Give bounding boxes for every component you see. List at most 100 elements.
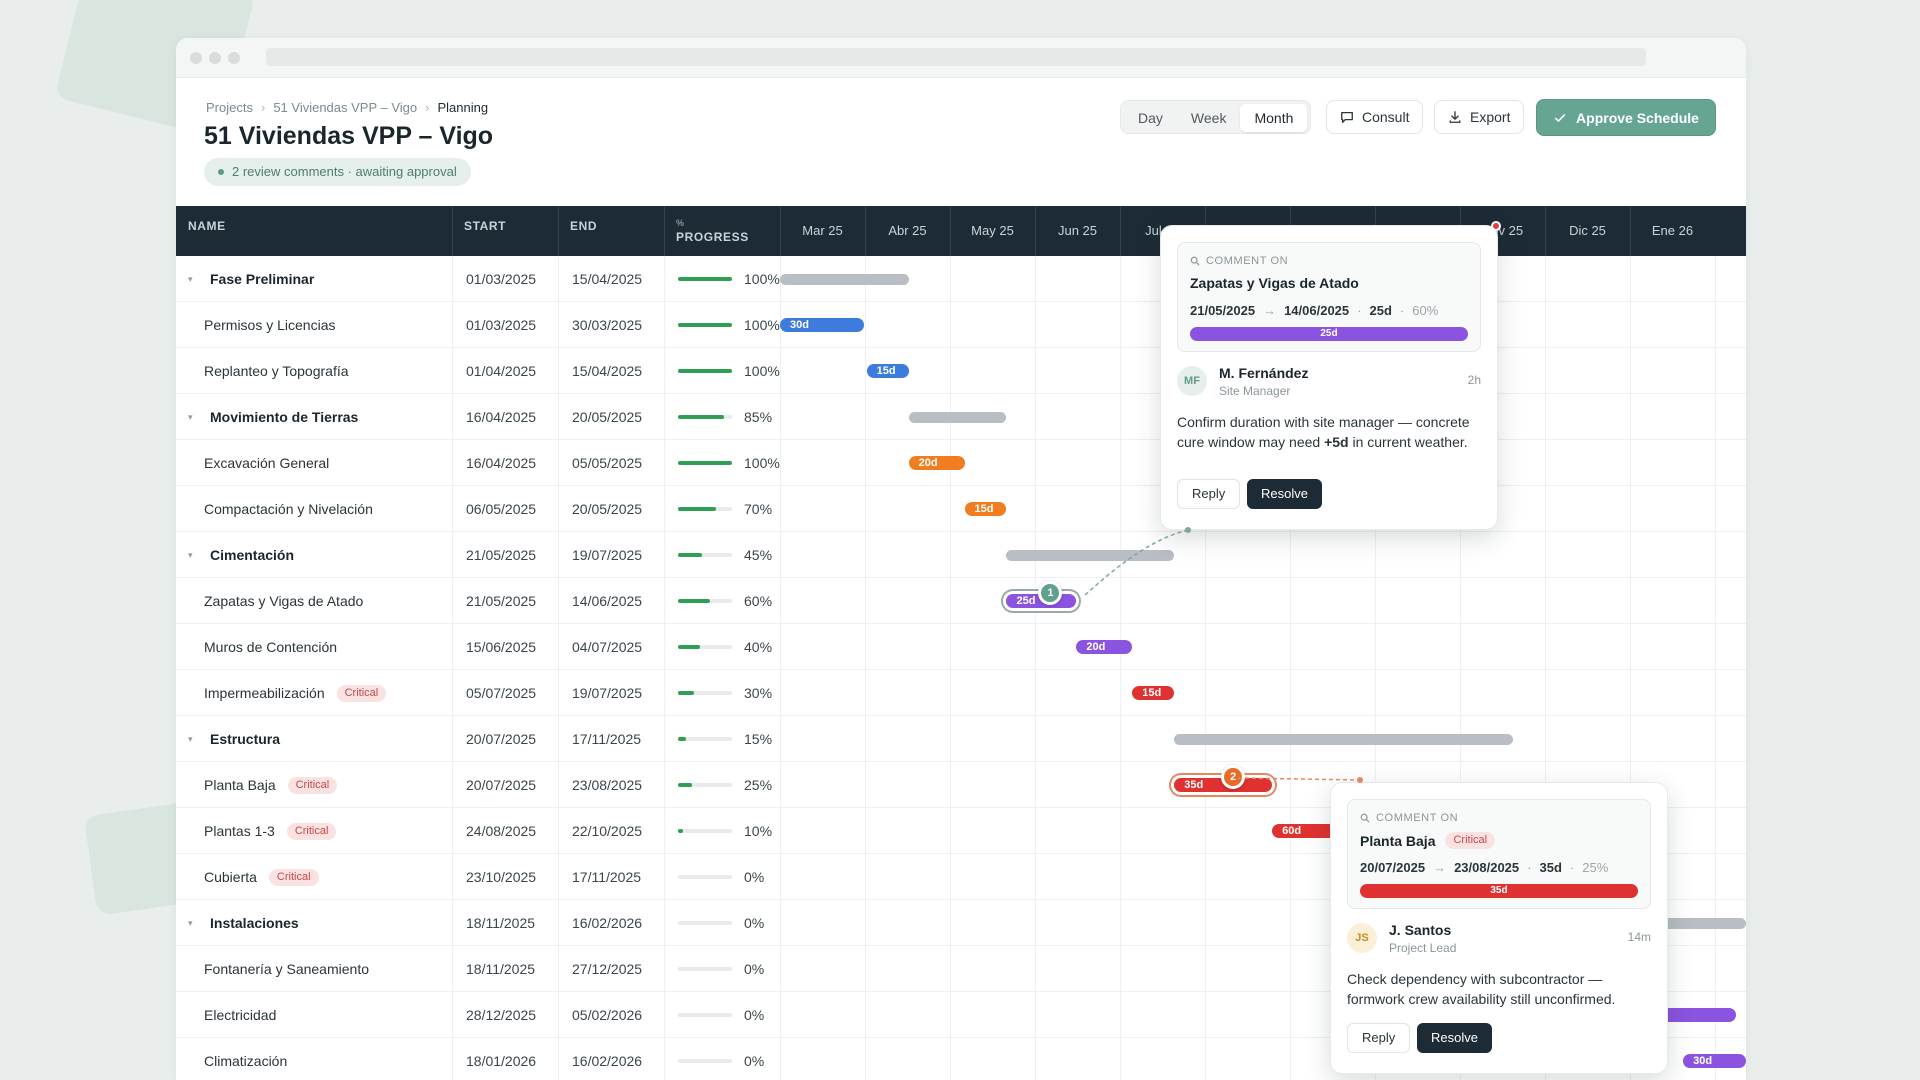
task-name: Zapatas y Vigas de Atado [204,593,364,609]
gantt-task-row[interactable]: Impermeabilización Critical 05/07/2025 19/0… [176,670,1746,716]
view-month-button[interactable]: Month [1240,104,1308,132]
task-name: Replanteo y Topografía [204,363,349,379]
breadcrumb-project[interactable]: 51 Viviendas VPP – Vigo [273,100,417,115]
task-name: Movimiento de Tierras [210,409,359,425]
progress-percent: 45% [744,547,773,563]
column-name[interactable]: NAME [176,206,452,256]
approve-label: Approve Schedule [1576,109,1699,126]
progress-bar [678,645,732,649]
progress-percent: 30% [744,685,773,701]
column-progress-label: PROGRESS [676,230,749,244]
comment-start-date: 21/05/2025 [1190,303,1256,318]
progress-percent: 100% [744,317,780,333]
gantt-header: NAME START END % PROGRESS Mar 25 Abr 25 Ma… [176,206,1746,256]
view-week-button[interactable]: Week [1177,104,1241,132]
progress-percent: 15% [744,731,773,747]
task-name-cell: Climatización [204,1038,287,1080]
gantt-task-row[interactable]: Permisos y Licencias 01/03/2025 30/03/2025… [176,302,1746,348]
progress-fill [678,829,684,833]
progress-bar [678,1059,732,1063]
address-bar[interactable] [266,48,1646,66]
view-switcher: Day Week Month [1120,100,1312,134]
chevron-down-icon[interactable]: ▾ [188,256,198,302]
task-name-cell: ▾ Instalaciones [188,900,299,946]
gantt-task-row[interactable]: Compactación y Nivelación 06/05/2025 20/05… [176,486,1746,532]
task-name-cell: Muros de Contención [204,624,337,670]
gantt-task-row[interactable]: Excavación General 16/04/2025 05/05/2025 10… [176,440,1746,486]
task-name: Cubierta [204,869,257,885]
task-bar[interactable]: 30d [780,318,864,332]
comment-duration: 25d [1369,303,1392,318]
check-icon [1554,113,1566,122]
reply-button[interactable]: Reply [1177,479,1241,509]
task-name: Climatización [204,1053,288,1069]
task-bar[interactable]: 15d [866,364,909,378]
summary-bar[interactable] [780,274,909,285]
comment-pin-2[interactable]: 2 [1221,765,1246,789]
gantt-group-row[interactable]: ▾ Cimentación 21/05/2025 19/07/2025 45% [176,532,1746,578]
progress-bar [678,875,732,879]
resolve-button[interactable]: Resolve [1247,479,1322,509]
gantt-task-row[interactable]: Muros de Contención 15/06/2025 04/07/2025 4… [176,624,1746,670]
task-name-cell: Electricidad [204,992,276,1038]
task-name: Compactación y Nivelación [204,501,373,517]
gantt-group-row[interactable]: ▾ Movimiento de Tierras 16/04/2025 20/05/20… [176,394,1746,440]
separator-dot: · [1399,303,1405,318]
consult-button[interactable]: Consult [1326,100,1424,134]
comment-task-bar: 35d [1360,884,1638,898]
task-start: 18/11/2025 [466,961,536,977]
gantt-group-row[interactable]: ▾ Estructura 20/07/2025 17/11/2025 15% [176,716,1746,762]
task-name: Excavación General [204,455,330,471]
summary-bar[interactable] [1174,734,1513,745]
task-name: Cimentación [210,547,295,563]
task-name: Planta Baja [204,777,276,793]
task-end: 05/05/2025 [572,455,643,471]
progress-bar [678,461,732,465]
month-divider [1120,206,1121,256]
progress-fill [678,369,732,373]
chevron-down-icon[interactable]: ▾ [188,394,198,440]
progress-percent: 40% [744,639,773,655]
task-bar[interactable]: 20d [1076,640,1133,654]
month-column: Jun 25 [1057,223,1098,238]
column-start[interactable]: START [452,206,558,256]
column-progress[interactable]: % PROGRESS [664,206,780,256]
resolve-button[interactable]: Resolve [1417,1023,1492,1053]
task-bar[interactable]: 15d [964,502,1007,516]
progress-bar [678,967,732,971]
comment-author-role: Project Lead [1389,941,1457,955]
view-day-button[interactable]: Day [1124,104,1177,132]
task-start: 21/05/2025 [466,593,537,609]
task-name-cell: Permisos y Licencias [204,302,336,348]
chevron-down-icon[interactable]: ▾ [188,716,198,762]
reply-button[interactable]: Reply [1347,1023,1411,1053]
task-name-cell: Cubierta Critical [204,854,319,900]
progress-percent: 0% [744,1007,765,1023]
column-end[interactable]: END [558,206,664,256]
progress-fill [678,461,732,465]
task-start: 18/11/2025 [466,915,536,931]
chevron-down-icon[interactable]: ▾ [188,900,198,946]
column-name-label: NAME [188,219,226,233]
gantt-task-row[interactable]: Replanteo y Topografía 01/04/2025 15/04/20… [176,348,1746,394]
export-button[interactable]: Export [1434,100,1525,134]
breadcrumb-projects[interactable]: Projects [206,100,253,115]
approve-schedule-button[interactable]: Approve Schedule [1536,99,1716,136]
arrow-right-icon: → [1263,303,1277,318]
task-bar[interactable]: 20d [908,456,965,470]
task-bar[interactable]: 30d [1683,1054,1746,1068]
chevron-down-icon[interactable]: ▾ [188,532,198,578]
summary-bar[interactable] [1006,550,1175,561]
task-bar[interactable]: 15d [1132,686,1175,700]
task-start: 21/05/2025 [466,547,537,563]
comment-start-date: 20/07/2025 [1360,860,1426,875]
task-end: 23/08/2025 [572,777,643,793]
gantt-task-row[interactable]: Zapatas y Vigas de Atado 21/05/2025 14/06/… [176,578,1746,624]
consult-label: Consult [1362,109,1410,125]
task-start: 15/06/2025 [466,639,537,655]
progress-percent: 0% [744,869,765,885]
gantt-group-row[interactable]: ▾ Fase Preliminar 01/03/2025 15/04/2025 100% [176,256,1746,302]
summary-bar[interactable] [908,412,1007,423]
progress-fill [678,645,700,649]
task-start: 01/03/2025 [466,271,537,287]
